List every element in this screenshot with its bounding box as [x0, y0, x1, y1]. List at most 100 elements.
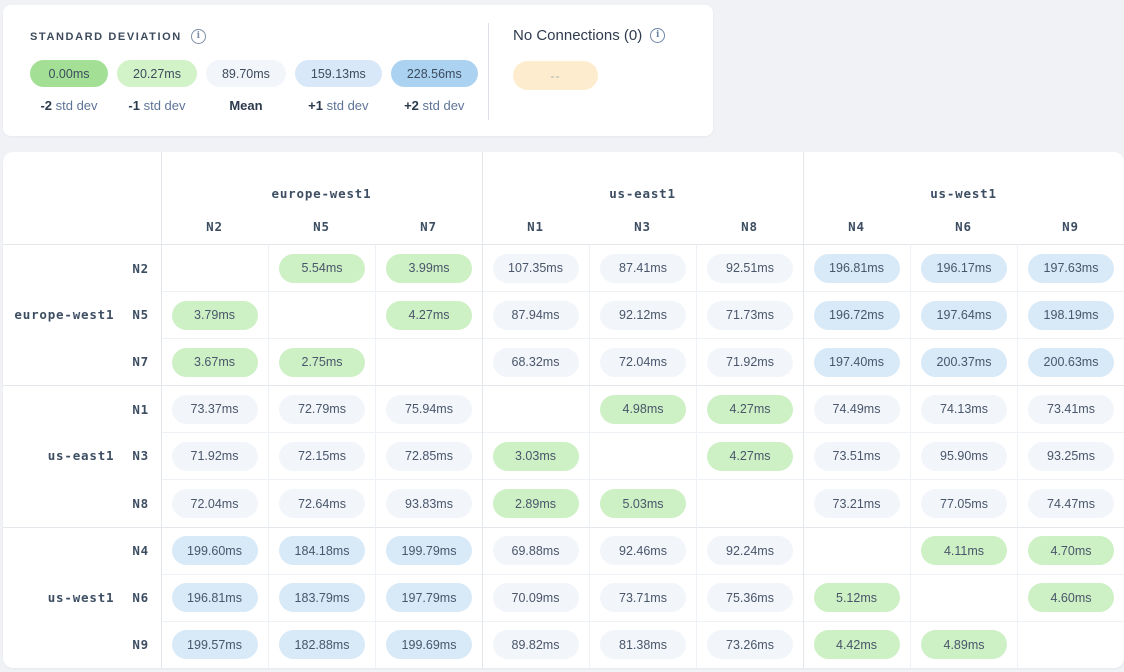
latency-pill-N3-N4[interactable]: 73.51ms [814, 442, 900, 471]
latency-pill-N1-N7[interactable]: 75.94ms [386, 395, 472, 424]
latency-pill-N3-N7[interactable]: 72.85ms [386, 442, 472, 471]
cell-N3-N7: 72.85ms [375, 432, 482, 479]
latency-pill-N8-N5[interactable]: 72.64ms [279, 489, 365, 518]
latency-pill-N3-N6[interactable]: 95.90ms [921, 442, 1007, 471]
latency-pill-N9-N6[interactable]: 4.89ms [921, 630, 1007, 659]
latency-pill-N7-N6[interactable]: 200.37ms [921, 348, 1007, 377]
latency-pill-N6-N1[interactable]: 70.09ms [493, 583, 579, 612]
latency-pill-N3-N2[interactable]: 71.92ms [172, 442, 258, 471]
info-icon[interactable] [191, 29, 206, 44]
latency-pill-N1-N9[interactable]: 73.41ms [1028, 395, 1114, 424]
latency-pill-N5-N8[interactable]: 71.73ms [707, 301, 793, 330]
latency-pill-N2-N9[interactable]: 197.63ms [1028, 254, 1114, 283]
latency-pill-N5-N4[interactable]: 196.72ms [814, 301, 900, 330]
latency-pill-N4-N5[interactable]: 184.18ms [279, 536, 365, 565]
latency-pill-N2-N4[interactable]: 196.81ms [814, 254, 900, 283]
latency-pill-N5-N7[interactable]: 4.27ms [386, 301, 472, 330]
row-node-label: N3 [132, 448, 149, 463]
cell-N9-N4: 4.42ms [803, 621, 910, 668]
latency-pill-N8-N9[interactable]: 74.47ms [1028, 489, 1114, 518]
latency-pill-N4-N1[interactable]: 69.88ms [493, 536, 579, 565]
latency-pill-N7-N3[interactable]: 72.04ms [600, 348, 686, 377]
cell-N9-N6: 4.89ms [910, 621, 1017, 668]
latency-pill-N9-N8[interactable]: 73.26ms [707, 630, 793, 659]
cell-N4-N6: 4.11ms [910, 527, 1017, 574]
info-icon[interactable] [650, 28, 665, 43]
latency-pill-N7-N4[interactable]: 197.40ms [814, 348, 900, 377]
latency-pill-N5-N9[interactable]: 198.19ms [1028, 301, 1114, 330]
latency-pill-N3-N8[interactable]: 4.27ms [707, 442, 793, 471]
latency-pill-N1-N6[interactable]: 74.13ms [921, 395, 1007, 424]
latency-pill-N4-N2[interactable]: 199.60ms [172, 536, 258, 565]
latency-pill-N5-N3[interactable]: 92.12ms [600, 301, 686, 330]
latency-pill-N8-N4[interactable]: 73.21ms [814, 489, 900, 518]
latency-pill-N4-N6[interactable]: 4.11ms [921, 536, 1007, 565]
column-header-N9: N9 [1017, 208, 1124, 244]
latency-pill-N4-N8[interactable]: 92.24ms [707, 536, 793, 565]
latency-pill-N2-N8[interactable]: 92.51ms [707, 254, 793, 283]
latency-pill-N6-N7[interactable]: 197.79ms [386, 583, 472, 612]
latency-pill-N5-N6[interactable]: 197.64ms [921, 301, 1007, 330]
latency-pill-N7-N8[interactable]: 71.92ms [707, 348, 793, 377]
latency-pill-N5-N1[interactable]: 87.94ms [493, 301, 579, 330]
latency-pill-N2-N5[interactable]: 5.54ms [279, 254, 365, 283]
latency-pill-N6-N3[interactable]: 73.71ms [600, 583, 686, 612]
latency-pill-N8-N2[interactable]: 72.04ms [172, 489, 258, 518]
cell-N8-N3: 5.03ms [589, 479, 696, 526]
cell-N5-N7: 4.27ms [375, 291, 482, 338]
latency-pill-N9-N3[interactable]: 81.38ms [600, 630, 686, 659]
latency-pill-N4-N7[interactable]: 199.79ms [386, 536, 472, 565]
latency-pill-N9-N4[interactable]: 4.42ms [814, 630, 900, 659]
cell-N6-N9: 4.60ms [1017, 574, 1124, 621]
latency-pill-N3-N1[interactable]: 3.03ms [493, 442, 579, 471]
latency-pill-N8-N1[interactable]: 2.89ms [493, 489, 579, 518]
latency-pill-N6-N5[interactable]: 183.79ms [279, 583, 365, 612]
row-header-N3: us-east1N3 [3, 432, 161, 479]
latency-pill-N2-N1[interactable]: 107.35ms [493, 254, 579, 283]
latency-pill-N9-N2[interactable]: 199.57ms [172, 630, 258, 659]
latency-pill-N1-N3[interactable]: 4.98ms [600, 395, 686, 424]
latency-pill-N4-N3[interactable]: 92.46ms [600, 536, 686, 565]
cell-N4-N9: 4.70ms [1017, 527, 1124, 574]
latency-pill-N4-N9[interactable]: 4.70ms [1028, 536, 1114, 565]
latency-pill-N2-N3[interactable]: 87.41ms [600, 254, 686, 283]
latency-pill-N6-N4[interactable]: 5.12ms [814, 583, 900, 612]
latency-pill-N6-N8[interactable]: 75.36ms [707, 583, 793, 612]
legend-pill-plus1: 159.13ms [295, 60, 382, 87]
latency-pill-N9-N1[interactable]: 89.82ms [493, 630, 579, 659]
legend-label-plus1: +1 std dev [308, 98, 368, 113]
latency-pill-N9-N5[interactable]: 182.88ms [279, 630, 365, 659]
latency-pill-N6-N9[interactable]: 4.60ms [1028, 583, 1114, 612]
latency-pill-N6-N2[interactable]: 196.81ms [172, 583, 258, 612]
latency-pill-N7-N9[interactable]: 200.63ms [1028, 348, 1114, 377]
latency-pill-N7-N1[interactable]: 68.32ms [493, 348, 579, 377]
latency-pill-N9-N7[interactable]: 199.69ms [386, 630, 472, 659]
latency-pill-N2-N7[interactable]: 3.99ms [386, 254, 472, 283]
legend-pill-minus2: 0.00ms [30, 60, 108, 87]
cell-N4-N4 [803, 527, 910, 574]
latency-pill-N3-N9[interactable]: 93.25ms [1028, 442, 1114, 471]
latency-pill-N8-N3[interactable]: 5.03ms [600, 489, 686, 518]
latency-pill-N8-N7[interactable]: 93.83ms [386, 489, 472, 518]
legend-title-row: STANDARD DEVIATION [30, 29, 206, 44]
row-header-N2: N2 [3, 244, 161, 291]
latency-pill-N8-N6[interactable]: 77.05ms [921, 489, 1007, 518]
cell-N1-N5: 72.79ms [268, 385, 375, 432]
cell-N9-N7: 199.69ms [375, 621, 482, 668]
cell-N2-N8: 92.51ms [696, 244, 803, 291]
cell-N9-N8: 73.26ms [696, 621, 803, 668]
latency-pill-N1-N8[interactable]: 4.27ms [707, 395, 793, 424]
row-header-N9: N9 [3, 621, 161, 668]
latency-pill-N7-N2[interactable]: 3.67ms [172, 348, 258, 377]
latency-pill-N2-N6[interactable]: 196.17ms [921, 254, 1007, 283]
latency-pill-N3-N5[interactable]: 72.15ms [279, 442, 365, 471]
latency-pill-N1-N5[interactable]: 72.79ms [279, 395, 365, 424]
latency-pill-N1-N2[interactable]: 73.37ms [172, 395, 258, 424]
latency-pill-N5-N2[interactable]: 3.79ms [172, 301, 258, 330]
latency-pill-N1-N4[interactable]: 74.49ms [814, 395, 900, 424]
column-header-N8: N8 [696, 208, 803, 244]
latency-pill-N7-N5[interactable]: 2.75ms [279, 348, 365, 377]
row-node-label: N5 [132, 307, 149, 322]
cell-N7-N1: 68.32ms [482, 338, 589, 385]
column-header-N3: N3 [589, 208, 696, 244]
